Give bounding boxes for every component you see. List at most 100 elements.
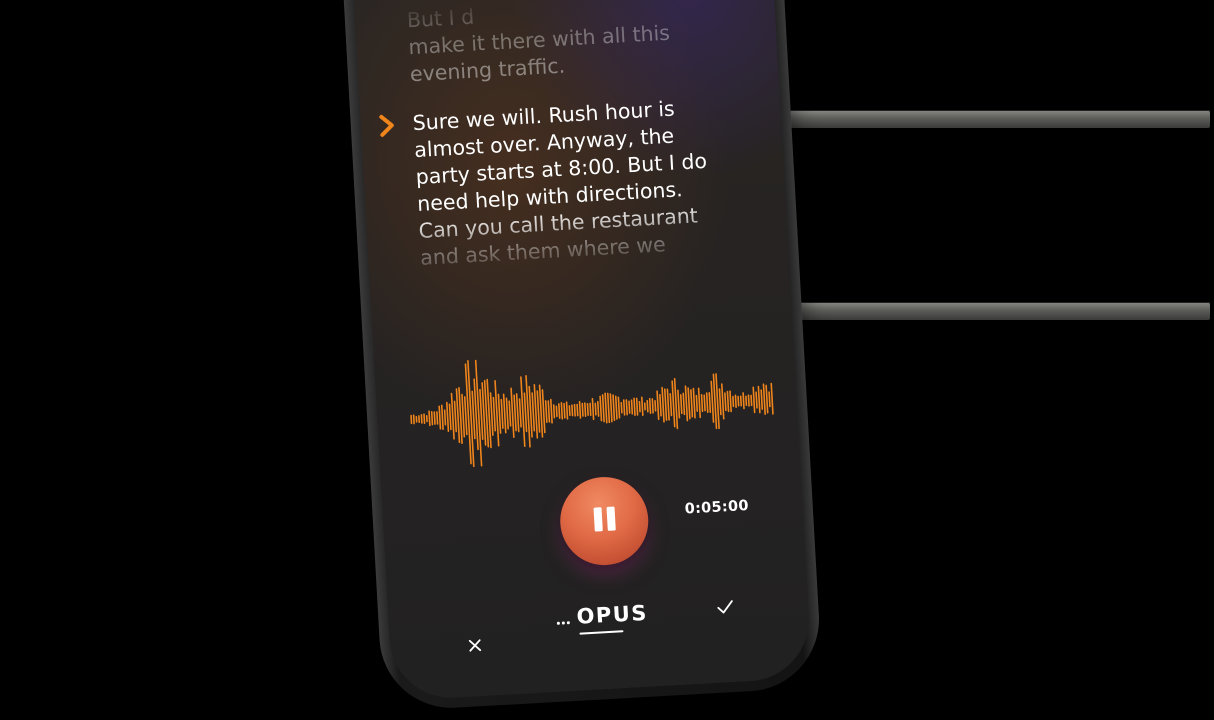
waveform-bar xyxy=(732,395,735,408)
waveform-bar xyxy=(734,394,737,409)
waveform-bar xyxy=(606,392,611,424)
waveform-bar xyxy=(628,400,631,414)
waveform-bar xyxy=(622,399,626,416)
waveform-bar xyxy=(594,402,597,416)
logo-text: OPUS xyxy=(575,600,649,629)
waveform-bar xyxy=(558,403,561,419)
waveform-bar xyxy=(765,384,769,414)
waveform-bar xyxy=(531,392,536,432)
waveform-bar xyxy=(571,404,574,417)
waveform-bar xyxy=(692,387,696,419)
waveform-bar xyxy=(576,403,579,417)
waveform-bar xyxy=(463,396,468,436)
waveform-bar xyxy=(513,394,517,432)
waveform-bar xyxy=(638,400,641,413)
waveform-bar xyxy=(768,391,771,408)
pause-icon xyxy=(592,506,618,535)
waveform-bar xyxy=(648,397,652,415)
transcript-previous-paragraph: But I d make it there with all this even… xyxy=(406,0,730,88)
waveform-bar xyxy=(586,403,589,417)
waveform-bar xyxy=(684,385,689,422)
waveform-bar xyxy=(747,394,750,407)
waveform-bar xyxy=(430,411,434,426)
waveform-bar xyxy=(705,392,709,414)
waveform-bar xyxy=(656,390,660,420)
waveform-bar xyxy=(737,395,740,407)
waveform-bar xyxy=(552,404,556,419)
waveform-bar xyxy=(423,413,426,425)
waveform-bar xyxy=(614,395,618,420)
waveform-bar xyxy=(659,393,662,417)
waveform-bar xyxy=(565,401,569,420)
transcript-current-block: Sure we will. Rush hour is almost over. … xyxy=(379,92,742,292)
waveform-bar xyxy=(724,392,727,412)
waveform-bar xyxy=(609,393,613,423)
waveform-bar xyxy=(549,398,553,424)
background-bar xyxy=(780,302,1210,320)
waveform-bar xyxy=(697,387,702,419)
waveform-bar xyxy=(729,390,732,413)
check-icon[interactable] xyxy=(712,594,739,621)
waveform-bar xyxy=(492,396,497,432)
waveform-bar xyxy=(760,389,764,410)
waveform-bar xyxy=(710,380,715,423)
waveform-bar xyxy=(573,403,576,417)
waveform-bar xyxy=(560,401,564,420)
waveform-bar xyxy=(666,388,670,421)
waveform-bar xyxy=(453,400,458,433)
recording-timer: 0:05:00 xyxy=(684,497,750,518)
waveform-bar xyxy=(617,396,621,419)
waveform-bar xyxy=(489,392,494,436)
waveform-bar xyxy=(755,391,758,409)
waveform-bar xyxy=(752,386,756,414)
waveform-bar xyxy=(494,379,500,447)
waveform-bar xyxy=(578,400,582,419)
waveform-bar xyxy=(669,392,673,417)
audio-waveform xyxy=(410,359,774,468)
waveform-bar xyxy=(500,398,504,429)
waveform-bar xyxy=(502,393,507,434)
chevron-right-icon xyxy=(379,114,394,137)
stage: But I d make it there with all this even… xyxy=(0,0,1214,720)
waveform-bar xyxy=(630,399,634,415)
waveform-bar xyxy=(663,388,668,421)
waveform-bar xyxy=(651,398,654,414)
waveform-bar xyxy=(620,401,623,414)
waveform-bar xyxy=(515,393,520,433)
waveform-bar xyxy=(726,390,730,413)
waveform-bar xyxy=(654,399,657,412)
waveform-bar xyxy=(450,392,455,440)
waveform-bar xyxy=(757,385,761,414)
waveform-bar xyxy=(428,410,431,427)
waveform-bar xyxy=(541,389,546,434)
logo-underline xyxy=(579,630,624,635)
waveform-bar xyxy=(762,383,766,416)
waveform-bar xyxy=(520,376,526,447)
waveform-bar xyxy=(563,402,566,419)
waveform-bar xyxy=(677,389,681,419)
close-icon[interactable] xyxy=(461,632,488,659)
waveform-bar xyxy=(718,388,722,416)
pause-record-button[interactable] xyxy=(557,474,651,568)
waveform-bar xyxy=(599,395,603,422)
transcript-current-paragraph: Sure we will. Rush hour is almost over. … xyxy=(412,92,742,292)
waveform-bar xyxy=(679,394,683,415)
logo-dots xyxy=(556,621,575,626)
waveform-bar xyxy=(518,398,522,428)
waveform-bar xyxy=(633,397,636,416)
opus-logo: OPUS xyxy=(556,597,678,644)
transcript: But I d make it there with all this even… xyxy=(379,0,742,292)
waveform-bar xyxy=(505,397,509,430)
phone: But I d make it there with all this even… xyxy=(341,0,823,712)
waveform-bar xyxy=(589,402,592,417)
waveform-bar xyxy=(612,394,616,422)
waveform-bar xyxy=(742,392,745,410)
waveform-bar xyxy=(661,386,665,423)
waveform-bar xyxy=(625,399,628,416)
waveform-bar xyxy=(445,401,450,433)
waveform-bar xyxy=(671,380,676,428)
waveform-bar xyxy=(739,395,743,407)
waveform-bar xyxy=(720,383,725,420)
waveform-bar xyxy=(591,397,595,421)
waveform-bar xyxy=(568,405,571,417)
